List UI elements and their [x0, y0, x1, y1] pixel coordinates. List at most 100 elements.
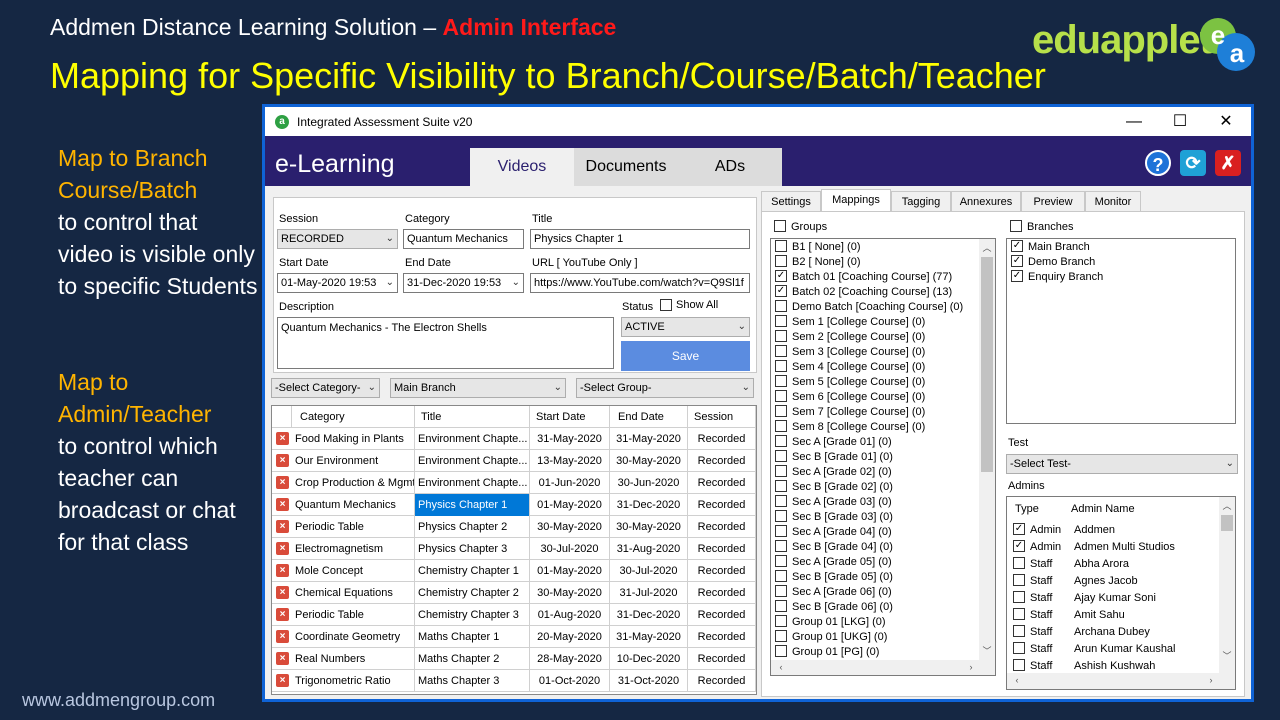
group-item[interactable]: Sec B [Grade 02] (0): [775, 480, 893, 495]
group-item[interactable]: Group 01 [PG] (0): [775, 645, 879, 660]
delete-row-icon[interactable]: ×: [276, 476, 289, 489]
tab-annexures[interactable]: Annexures: [951, 191, 1021, 211]
admin-row[interactable]: Staff Amit Sahu: [1013, 608, 1213, 623]
scroll-down-icon[interactable]: ﹀: [979, 644, 995, 657]
delete-row-icon[interactable]: ×: [276, 652, 289, 665]
category-field[interactable]: Quantum Mechanics: [403, 229, 524, 249]
scroll-right-icon[interactable]: ›: [1203, 675, 1219, 685]
checkbox[interactable]: [775, 555, 787, 568]
checkbox[interactable]: [1013, 557, 1025, 570]
tab-preview[interactable]: Preview: [1021, 191, 1085, 211]
tab-monitor[interactable]: Monitor: [1085, 191, 1141, 211]
checkbox[interactable]: [775, 615, 787, 628]
table-row[interactable]: × Mole Concept Chemistry Chapter 1 01-May-2…: [272, 560, 756, 582]
table-row[interactable]: × Trigonometric Ratio Maths Chapter 3 01-Oc…: [272, 670, 756, 692]
group-item[interactable]: Sem 7 [College Course] (0): [775, 405, 925, 420]
checkbox[interactable]: [775, 435, 787, 448]
delete-row-icon[interactable]: ×: [276, 674, 289, 687]
col-session[interactable]: Session: [688, 406, 756, 428]
group-item[interactable]: ✓ Batch 02 [Coaching Course] (13): [775, 285, 952, 300]
tab-mappings[interactable]: Mappings: [821, 189, 891, 211]
checkbox[interactable]: [775, 450, 787, 463]
group-item[interactable]: Sec B [Grade 04] (0): [775, 540, 893, 555]
help-icon[interactable]: ?: [1145, 150, 1171, 176]
checkbox[interactable]: ✓: [1011, 255, 1023, 268]
checkbox[interactable]: ✓: [1013, 540, 1025, 553]
checkbox[interactable]: [775, 480, 787, 493]
branch-item[interactable]: ✓ Demo Branch: [1011, 255, 1095, 270]
checkbox[interactable]: [775, 570, 787, 583]
checkbox[interactable]: ✓: [1011, 270, 1023, 283]
save-button[interactable]: Save: [621, 341, 750, 371]
scroll-up-icon[interactable]: ︿: [979, 241, 995, 254]
admins-scrollbar[interactable]: ︿ ﹀: [1219, 497, 1235, 689]
start-date-picker[interactable]: 01-May-2020 19:53 ⌄: [277, 273, 398, 293]
checkbox[interactable]: [775, 300, 787, 313]
delete-row-icon[interactable]: ×: [276, 498, 289, 511]
group-item[interactable]: Sem 8 [College Course] (0): [775, 420, 925, 435]
table-row[interactable]: × Chemical Equations Chemistry Chapter 2 30…: [272, 582, 756, 604]
admin-row[interactable]: Staff Archana Dubey: [1013, 625, 1213, 640]
group-item[interactable]: B2 [ None] (0): [775, 255, 860, 270]
checkbox[interactable]: [775, 540, 787, 553]
table-row[interactable]: × Quantum Mechanics Physics Chapter 1 01-Ma…: [272, 494, 756, 516]
group-item[interactable]: Sem 3 [College Course] (0): [775, 345, 925, 360]
group-item[interactable]: Sec B [Grade 06] (0): [775, 600, 893, 615]
maximize-button[interactable]: ☐: [1157, 107, 1203, 136]
minimize-button[interactable]: —: [1111, 107, 1157, 136]
checkbox[interactable]: [775, 240, 787, 253]
checkbox[interactable]: [775, 420, 787, 433]
close-window-button[interactable]: ✕: [1203, 107, 1249, 136]
checkbox[interactable]: [1013, 574, 1025, 587]
table-row[interactable]: × Coordinate Geometry Maths Chapter 1 20-Ma…: [272, 626, 756, 648]
col-title[interactable]: Title: [415, 406, 530, 428]
checkbox[interactable]: [775, 255, 787, 268]
tab-videos[interactable]: Videos: [470, 148, 574, 186]
checkbox[interactable]: [775, 315, 787, 328]
group-filter[interactable]: -Select Group- ⌄: [576, 378, 754, 398]
checkbox[interactable]: [775, 630, 787, 643]
admin-row[interactable]: ✓ Admin Admen Multi Studios: [1013, 540, 1213, 555]
table-row[interactable]: × Periodic Table Chemistry Chapter 3 01-Aug…: [272, 604, 756, 626]
checkbox[interactable]: [775, 390, 787, 403]
test-select[interactable]: -Select Test- ⌄: [1006, 454, 1238, 474]
title-field[interactable]: Physics Chapter 1: [530, 229, 750, 249]
group-item[interactable]: Sec A [Grade 06] (0): [775, 585, 892, 600]
checkbox[interactable]: [775, 495, 787, 508]
group-item[interactable]: Group 01 [LKG] (0): [775, 615, 886, 630]
group-item[interactable]: Sem 2 [College Course] (0): [775, 330, 925, 345]
branch-filter[interactable]: Main Branch ⌄: [390, 378, 566, 398]
status-select[interactable]: ACTIVE ⌄: [621, 317, 750, 337]
session-select[interactable]: RECORDED ⌄: [277, 229, 398, 249]
tab-settings[interactable]: Settings: [761, 191, 821, 211]
tab-tagging[interactable]: Tagging: [891, 191, 951, 211]
group-item[interactable]: Sec A [Grade 02] (0): [775, 465, 892, 480]
checkbox[interactable]: [1013, 659, 1025, 672]
scroll-left-icon[interactable]: ‹: [1009, 675, 1025, 685]
admins-list[interactable]: Type Admin Name ✓ Admin Addmen ✓ Admin Admen …: [1006, 496, 1236, 690]
groups-hscrollbar[interactable]: ‹ ›: [771, 660, 995, 675]
checkbox[interactable]: [1013, 625, 1025, 638]
delete-row-icon[interactable]: ×: [276, 630, 289, 643]
table-row[interactable]: × Electromagnetism Physics Chapter 3 30-Jul…: [272, 538, 756, 560]
admin-row[interactable]: Staff Ajay Kumar Soni: [1013, 591, 1213, 606]
groups-select-all-checkbox[interactable]: [774, 220, 786, 233]
branch-item[interactable]: ✓ Enquiry Branch: [1011, 270, 1103, 285]
checkbox[interactable]: [775, 525, 787, 538]
checkbox[interactable]: [1013, 642, 1025, 655]
checkbox[interactable]: [775, 375, 787, 388]
col-category[interactable]: Category: [292, 406, 415, 428]
scroll-right-icon[interactable]: ›: [963, 662, 979, 672]
url-field[interactable]: https://www.YouTube.com/watch?v=Q9Sl1f: [530, 273, 750, 293]
group-item[interactable]: Sem 1 [College Course] (0): [775, 315, 925, 330]
admin-row[interactable]: Staff Ashish Kushwah: [1013, 659, 1213, 674]
group-item[interactable]: ✓ Batch 01 [Coaching Course] (77): [775, 270, 952, 285]
checkbox[interactable]: [775, 360, 787, 373]
delete-row-icon[interactable]: ×: [276, 520, 289, 533]
branches-list[interactable]: ✓ Main Branch ✓ Demo Branch ✓ Enquiry Branch: [1006, 238, 1236, 424]
admins-hscrollbar[interactable]: ‹ ›: [1007, 673, 1221, 689]
tab-ads[interactable]: ADs: [678, 148, 782, 186]
checkbox[interactable]: [775, 330, 787, 343]
table-row[interactable]: × Our Environment Environment Chapte... 13-…: [272, 450, 756, 472]
checkbox[interactable]: [775, 510, 787, 523]
